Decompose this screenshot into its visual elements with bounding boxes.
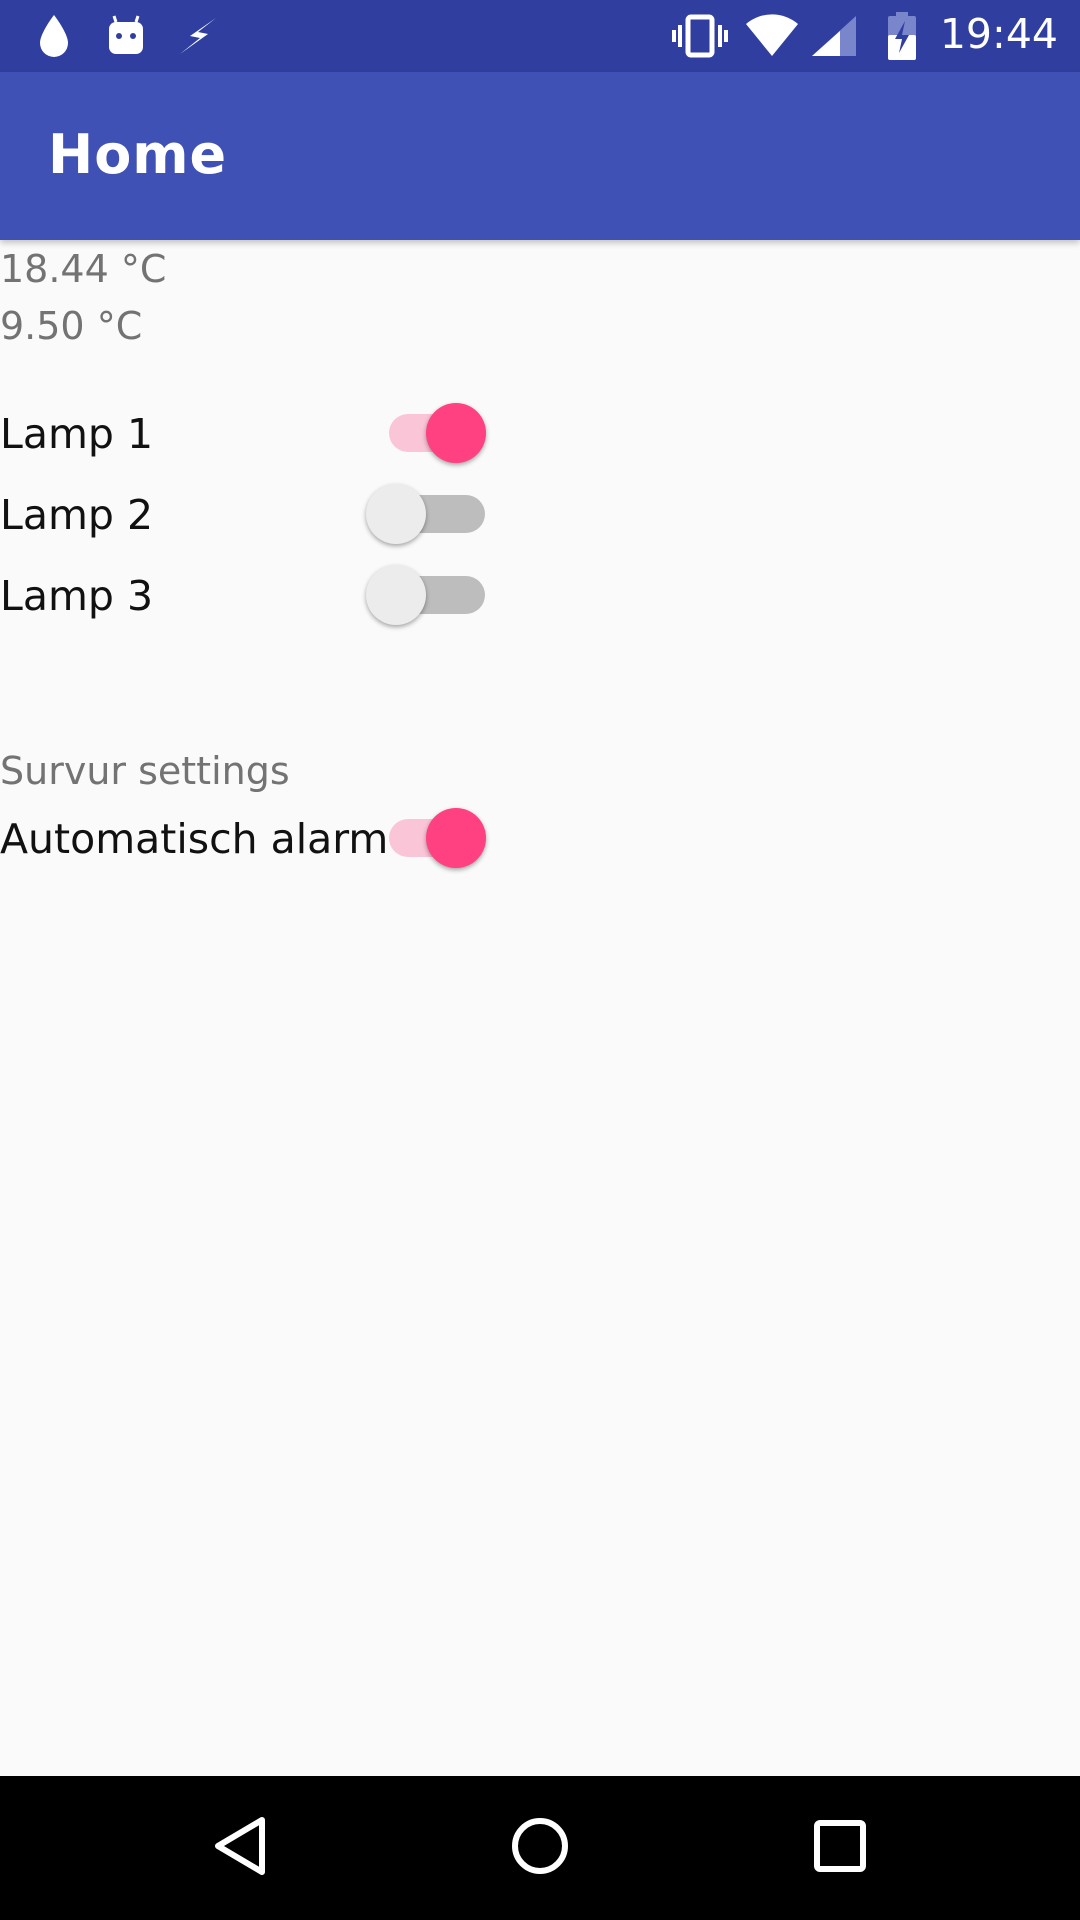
lamp-1-switch[interactable] xyxy=(362,393,486,473)
app-bar: Home xyxy=(0,72,1080,240)
switch-thumb xyxy=(426,403,486,463)
navigation-bar xyxy=(0,1776,1080,1920)
lamp-3-switch[interactable] xyxy=(362,555,485,635)
auto-alarm-switch[interactable] xyxy=(362,798,486,878)
status-bar: 19:44 xyxy=(0,0,1080,72)
battery-charging-icon xyxy=(884,0,920,72)
back-button[interactable] xyxy=(168,1776,312,1920)
clock-time: 19:44 xyxy=(939,10,1058,58)
auto-alarm-label: Automatisch alarm xyxy=(0,815,389,863)
lamp-2-label: Lamp 2 xyxy=(0,491,154,539)
cell-signal-icon xyxy=(810,0,858,72)
switch-thumb xyxy=(366,484,426,544)
bolt-icon xyxy=(176,0,222,72)
vibrate-icon xyxy=(672,0,728,72)
back-icon xyxy=(212,1816,268,1880)
recents-icon xyxy=(813,1819,867,1877)
android-icon xyxy=(104,0,148,72)
server-settings-heading: Survur settings xyxy=(0,749,290,793)
recents-button[interactable] xyxy=(768,1776,912,1920)
main-content: 18.44 °C 9.50 °C Lamp 1 Lamp 2 Lamp 3 Su… xyxy=(0,240,1080,1776)
home-button[interactable] xyxy=(468,1776,612,1920)
lamp-1-label: Lamp 1 xyxy=(0,410,154,458)
home-icon xyxy=(510,1816,570,1880)
lamp-3-label: Lamp 3 xyxy=(0,572,154,620)
page-title: Home xyxy=(48,123,228,186)
water-drop-icon xyxy=(34,0,74,72)
wifi-icon xyxy=(744,0,800,72)
switch-thumb xyxy=(426,808,486,868)
temperature-reading-1: 18.44 °C xyxy=(0,247,167,291)
lamp-2-switch[interactable] xyxy=(362,474,485,554)
switch-thumb xyxy=(366,565,426,625)
temperature-reading-2: 9.50 °C xyxy=(0,304,143,348)
